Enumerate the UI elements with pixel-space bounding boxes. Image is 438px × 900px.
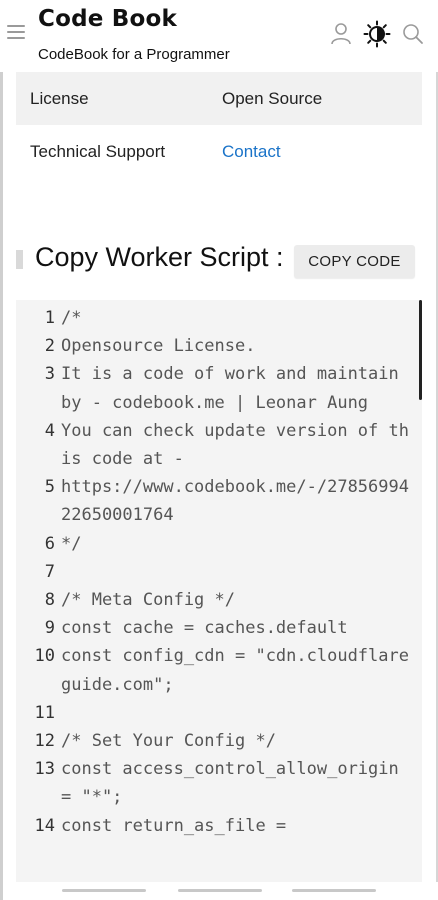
line-number: 9 bbox=[44, 618, 55, 639]
code-text: const access_control_allow_origin = "*"; bbox=[61, 759, 410, 808]
info-row-license: License Open Source bbox=[16, 72, 422, 125]
code-block[interactable]: 1 /* 2 Opensource License. 3 It is a code of … bbox=[16, 300, 422, 882]
info-row-support: Technical Support Contact bbox=[16, 125, 422, 178]
line-number: 12 bbox=[34, 731, 55, 752]
code-line: 3 It is a code of work and maintain by - … bbox=[16, 360, 422, 416]
bottom-scroll-indicator bbox=[178, 889, 262, 892]
code-line: 6 */ bbox=[16, 530, 422, 558]
line-number: 13 bbox=[34, 759, 55, 780]
line-number: 14 bbox=[34, 815, 55, 836]
line-number: 5 bbox=[44, 477, 55, 498]
info-value: Open Source bbox=[222, 88, 323, 108]
theme-toggle-icon[interactable] bbox=[363, 20, 391, 48]
code-line: 11 bbox=[16, 699, 422, 727]
site-header: Code Book CodeBook for a Programmer bbox=[0, 0, 438, 72]
info-label: Technical Support bbox=[30, 141, 166, 161]
line-number: 8 bbox=[44, 590, 55, 611]
info-label: License bbox=[30, 88, 89, 108]
info-table: License Open Source Technical Support Co… bbox=[16, 72, 422, 178]
bottom-scroll-indicator bbox=[62, 889, 146, 892]
bottom-scroll-indicator bbox=[292, 889, 376, 892]
code-line: 5 https://www.codebook.me/-/2785699422650… bbox=[16, 473, 422, 529]
contact-link[interactable]: Contact bbox=[222, 142, 281, 162]
code-text: /* bbox=[61, 308, 82, 328]
line-number: 3 bbox=[44, 364, 55, 385]
menu-icon[interactable] bbox=[7, 25, 25, 39]
left-edge-bar bbox=[0, 0, 3, 900]
code-text: Opensource License. bbox=[61, 336, 256, 357]
code-line: 13 const access_control_allow_origin = "*… bbox=[16, 755, 422, 811]
code-text: */ bbox=[61, 533, 82, 554]
site-tagline: CodeBook for a Programmer bbox=[38, 46, 230, 63]
code-line: 1 /* bbox=[16, 304, 422, 332]
code-text: const return_as_file = bbox=[61, 815, 287, 836]
code-text: https://www.codebook.me/-/27856994226500… bbox=[61, 477, 409, 526]
line-number: 1 bbox=[44, 308, 55, 328]
copy-code-button[interactable]: COPY CODE bbox=[294, 245, 415, 278]
line-number: 6 bbox=[44, 533, 55, 554]
section-accent-bar bbox=[16, 250, 23, 269]
code-text: You can check update version of this cod… bbox=[61, 420, 409, 470]
site-title[interactable]: Code Book bbox=[38, 6, 177, 32]
search-icon[interactable] bbox=[402, 23, 424, 45]
code-line: 2 Opensource License. bbox=[16, 332, 422, 360]
line-number: 7 bbox=[44, 561, 55, 582]
code-line: 7 bbox=[16, 558, 422, 586]
code-line: 4 You can check update version of this co… bbox=[16, 417, 422, 473]
code-line: 10 const config_cdn = "cdn.cloudflareguid… bbox=[16, 642, 422, 698]
code-text: /* Meta Config */ bbox=[61, 590, 235, 611]
line-number: 4 bbox=[44, 420, 55, 441]
code-line: 12 /* Set Your Config */ bbox=[16, 727, 422, 755]
line-number: 11 bbox=[34, 702, 55, 723]
code-scrollbar-thumb[interactable] bbox=[419, 300, 422, 400]
code-text: It is a code of work and maintain by - c… bbox=[61, 364, 410, 413]
section-title: Copy Worker Script : bbox=[35, 242, 284, 272]
code-line: 8 /* Meta Config */ bbox=[16, 586, 422, 614]
code-line: 14 const return_as_file = bbox=[16, 812, 422, 840]
line-number: 2 bbox=[44, 336, 55, 357]
code-text: const cache = caches.default bbox=[61, 618, 348, 639]
code-text: const config_cdn = "cdn.cloudflareguide.… bbox=[61, 646, 409, 695]
code-text: /* Set Your Config */ bbox=[61, 731, 276, 752]
code-line: 9 const cache = caches.default bbox=[16, 614, 422, 642]
user-icon[interactable] bbox=[330, 22, 352, 46]
line-number: 10 bbox=[34, 646, 55, 667]
code-lines: 1 /* 2 Opensource License. 3 It is a code of … bbox=[16, 300, 422, 840]
